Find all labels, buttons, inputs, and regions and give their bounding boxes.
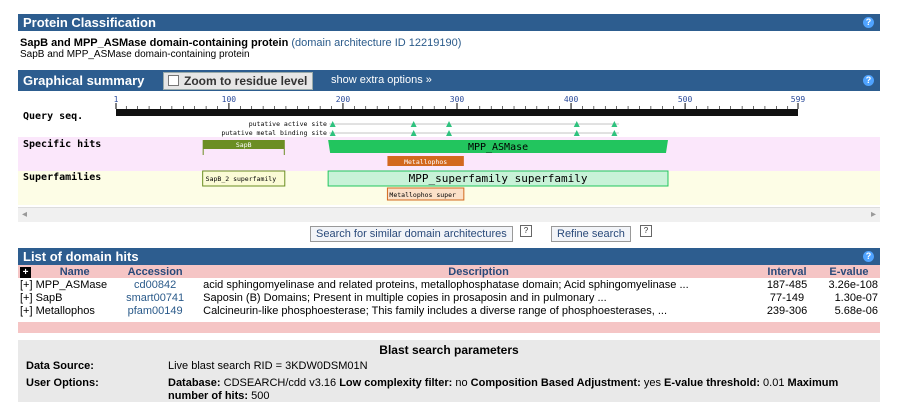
col-interval[interactable]: Interval xyxy=(756,265,818,278)
ruler-tick-label: 599 xyxy=(791,95,806,104)
hit-evalue: 3.26e-108 xyxy=(828,278,878,291)
search-similar-button[interactable]: Search for similar domain architectures xyxy=(310,226,513,242)
site-label: putative metal binding site xyxy=(221,129,327,137)
cba-value: yes xyxy=(643,377,661,389)
col-evalue[interactable]: E-value xyxy=(818,265,880,278)
protein-name-text: SapB and MPP_ASMase domain-containing pr… xyxy=(20,37,289,49)
ruler-tick-label: 1 xyxy=(114,95,119,104)
col-name[interactable]: Name xyxy=(40,265,110,278)
lowcomp-label: Low complexity filter: xyxy=(339,377,453,389)
domain-metallophos-label: Metallophos xyxy=(404,158,447,166)
zoom-toggle[interactable]: Zoom to residue level xyxy=(163,72,314,90)
refine-search-button[interactable]: Refine search xyxy=(551,226,631,242)
help-icon[interactable]: ? xyxy=(863,17,874,28)
hit-evalue: 5.68e-06 xyxy=(834,304,878,317)
graphical-summary-title: Graphical summary xyxy=(23,73,145,88)
domain-sapb-right-edge xyxy=(283,149,285,155)
col-accession[interactable]: Accession xyxy=(109,265,202,278)
hit-interval: 187-485 xyxy=(766,278,808,291)
protein-classification-title: Protein Classification xyxy=(23,15,156,30)
hit-name[interactable]: [+] Metallophos xyxy=(18,304,109,317)
expand-all-cell[interactable]: + xyxy=(18,265,41,278)
hit-evalue: 1.30e-07 xyxy=(834,291,878,304)
hit-description: acid sphingomyelinase and related protei… xyxy=(203,278,689,291)
hit-interval: 239-306 xyxy=(766,304,808,317)
superfamily-mpp-label: MPP_superfamily superfamily xyxy=(409,172,588,185)
protein-name: SapB and MPP_ASMase domain-containing pr… xyxy=(20,37,461,49)
domain-hits-table: + Name Accession Description Interval E-… xyxy=(18,265,880,317)
evalue-value: 0.01 xyxy=(763,377,785,389)
maxhits-value: 500 xyxy=(251,390,270,402)
user-options-value: Database: CDSEARCH/cdd v3.16 Low complex… xyxy=(168,377,873,403)
ruler-tick-label: 200 xyxy=(336,95,351,104)
database-value: CDSEARCH/cdd v3.16 xyxy=(223,377,337,389)
horizontal-scrollbar[interactable]: ◂ ▸ xyxy=(18,207,880,222)
blast-params-panel: Blast search parameters Data Source: Liv… xyxy=(18,340,880,402)
user-options-label: User Options: xyxy=(26,377,99,389)
extra-options-link[interactable]: show extra options » xyxy=(331,70,432,91)
hit-interval: 77-149 xyxy=(769,291,805,304)
domain-architecture-link[interactable]: (domain architecture ID 12219190) xyxy=(291,37,461,49)
domain-mpp-asmase-label: MPP_ASMase xyxy=(468,142,528,153)
hit-accession[interactable]: smart00741 xyxy=(109,291,201,304)
scroll-right-icon[interactable]: ▸ xyxy=(871,209,876,220)
superfamily-sapb2-label: SapB_2 superfamily xyxy=(206,175,277,183)
scroll-left-icon[interactable]: ◂ xyxy=(22,209,27,220)
site-label: putative active site xyxy=(249,120,327,128)
table-footer-bar xyxy=(18,322,880,333)
domain-sapb-label: SapB xyxy=(236,141,252,149)
domain-hits-title: List of domain hits xyxy=(23,249,139,264)
plus-icon[interactable]: + xyxy=(20,266,31,278)
table-row[interactable]: [+] Metallophos pfam00149 Calcineurin-like… xyxy=(18,304,880,317)
hit-accession[interactable]: cd00842 xyxy=(109,278,201,291)
zoom-label: Zoom to residue level xyxy=(184,74,308,88)
help-icon[interactable]: ? xyxy=(863,75,874,86)
help-icon[interactable]: ? xyxy=(640,225,652,237)
hit-name[interactable]: [+] MPP_ASMase xyxy=(18,278,109,291)
cba-label: Composition Based Adjustment: xyxy=(470,377,641,389)
ruler-tick-label: 400 xyxy=(564,95,579,104)
graphical-summary-canvas: Query seq. Specific hits Superfamilies 1… xyxy=(18,91,880,205)
hit-description: Saposin (B) Domains; Present in multiple… xyxy=(203,291,607,304)
data-source-value: Live blast search RID = 3KDW0DSM01N xyxy=(168,360,368,372)
blast-params-title: Blast search parameters xyxy=(379,343,519,357)
checkbox-icon[interactable] xyxy=(168,75,179,86)
hit-name[interactable]: [+] SapB xyxy=(18,291,109,304)
protein-subtitle: SapB and MPP_ASMase domain-containing pr… xyxy=(20,49,250,60)
col-description[interactable]: Description xyxy=(201,265,756,278)
ruler-tick-label: 300 xyxy=(450,95,465,104)
table-row[interactable]: [+] MPP_ASMase cd00842 acid sphingomyelina… xyxy=(18,278,880,291)
domain-hits-header: List of domain hits ? xyxy=(18,248,880,265)
table-row[interactable]: [+] SapB smart00741 Saposin (B) Domains; P… xyxy=(18,291,880,304)
superfamily-metallophos-label: Metallophos super xyxy=(389,191,456,199)
domain-sapb-left-edge xyxy=(202,149,204,155)
protein-classification-header: Protein Classification ? xyxy=(18,14,880,31)
query-sequence-bar xyxy=(116,109,798,116)
domain-graphic: 1 100 200 300 400 500 599 putative active sitep… xyxy=(114,95,806,201)
ruler-tick-label: 500 xyxy=(678,95,693,104)
hit-accession[interactable]: pfam00149 xyxy=(109,304,201,317)
ruler-tick-label: 100 xyxy=(222,95,237,104)
database-label: Database: xyxy=(168,377,221,389)
graphical-summary-header: Graphical summary Zoom to residue level … xyxy=(18,70,880,91)
hit-description: Calcineurin-like phosphoesterase; This f… xyxy=(203,304,668,317)
evalue-label: E-value threshold: xyxy=(664,377,760,389)
help-icon[interactable]: ? xyxy=(520,225,532,237)
data-source-label: Data Source: xyxy=(26,360,94,372)
lowcomp-value: no xyxy=(455,377,468,389)
help-icon[interactable]: ? xyxy=(863,251,874,262)
